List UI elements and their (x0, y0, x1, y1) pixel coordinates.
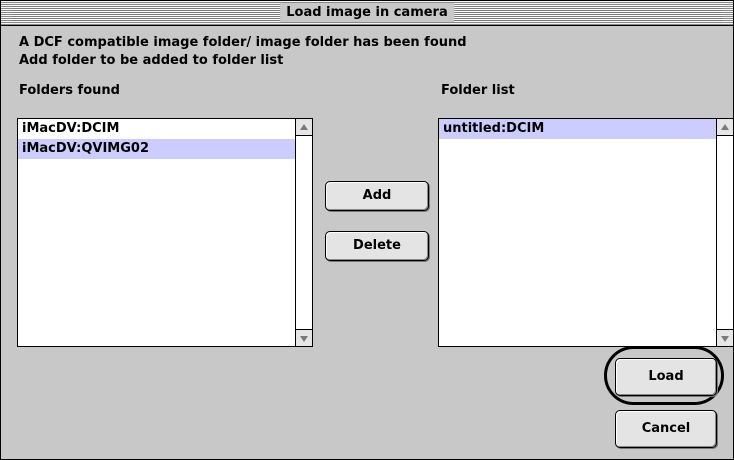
folders-found-label: Folders found (19, 83, 120, 98)
folders-found-list[interactable]: iMacDV:DCIM iMacDV:QVIMG02 (17, 118, 313, 347)
folder-list-items: untitled:DCIM (439, 119, 716, 346)
list-item-selected[interactable]: untitled:DCIM (439, 119, 716, 139)
title-bar[interactable]: Load image in camera (1, 1, 733, 26)
message-line-1: A DCF compatible image folder/ image fol… (19, 35, 467, 50)
list-item[interactable]: iMacDV:DCIM (18, 119, 295, 139)
add-button[interactable]: Add (325, 181, 429, 211)
folder-list-label: Folder list (441, 83, 515, 98)
folder-list-scrollbar[interactable] (716, 119, 733, 346)
message-line-2: Add folder to be added to folder list (19, 53, 284, 68)
list-item-selected[interactable]: iMacDV:QVIMG02 (18, 139, 295, 159)
scroll-up-arrow-icon[interactable] (296, 119, 312, 136)
scroll-down-arrow-icon[interactable] (717, 329, 733, 346)
scroll-up-arrow-icon[interactable] (717, 119, 733, 136)
folders-found-scrollbar[interactable] (295, 119, 312, 346)
scroll-down-arrow-icon[interactable] (296, 329, 312, 346)
delete-button[interactable]: Delete (325, 231, 429, 261)
load-image-dialog: Load image in camera A DCF compatible im… (0, 0, 734, 460)
folder-list-box[interactable]: untitled:DCIM (438, 118, 734, 347)
load-button[interactable]: Load (615, 358, 717, 396)
cancel-button[interactable]: Cancel (615, 410, 717, 448)
dialog-title: Load image in camera (280, 3, 454, 22)
folders-found-items: iMacDV:DCIM iMacDV:QVIMG02 (18, 119, 295, 346)
